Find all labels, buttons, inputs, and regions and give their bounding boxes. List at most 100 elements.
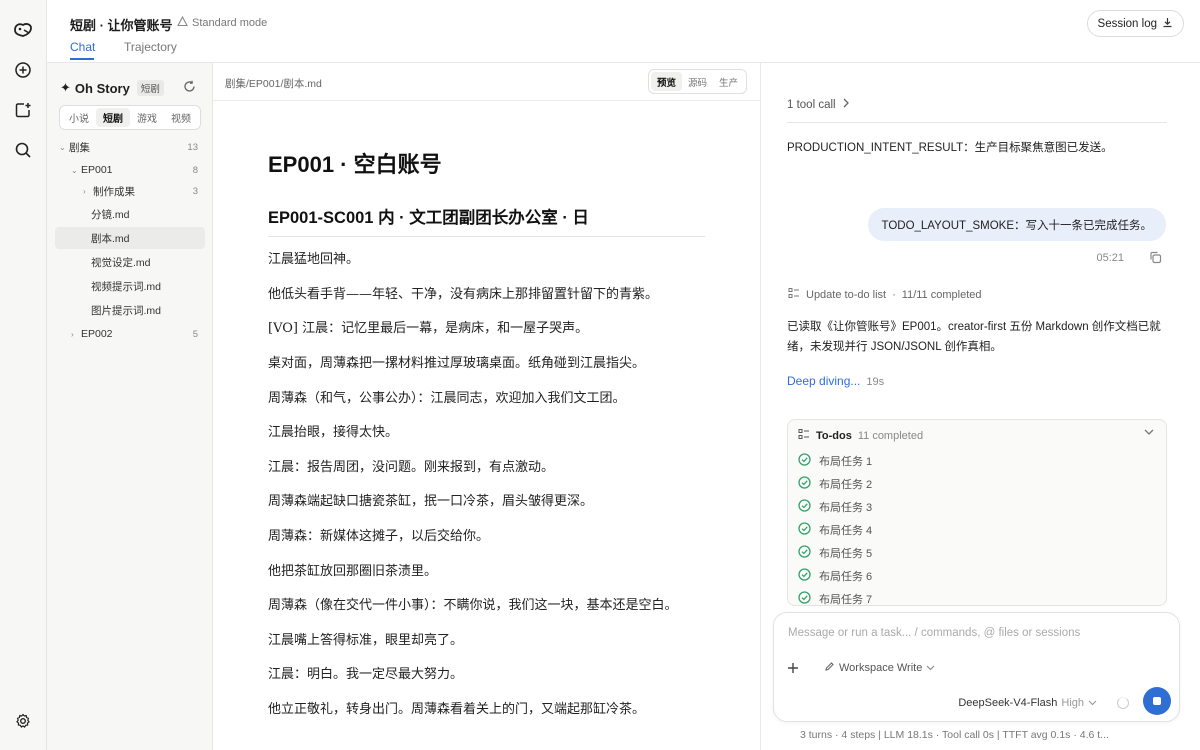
- copy-icon[interactable]: [1149, 251, 1162, 267]
- tree-count: 5: [192, 328, 198, 340]
- app-logo-icon[interactable]: [11, 18, 35, 42]
- active-tab-indicator: [70, 58, 94, 60]
- model-selector[interactable]: DeepSeek-V4-Flash High: [958, 697, 1097, 709]
- todo-label: 布局任务 4: [819, 525, 873, 537]
- workspace-permission-dropdown[interactable]: Workspace Write: [824, 661, 935, 675]
- script-line: 周薄森（和气，公事公办）：江晨同志，欢迎加入我们文工团。: [268, 391, 626, 406]
- view-source-button[interactable]: 源码: [682, 72, 713, 91]
- workspace-label: Workspace Write: [839, 662, 923, 674]
- download-icon: [1162, 17, 1173, 31]
- scene-heading: EP001-SC001 内 · 文工团副团长办公室 · 日: [268, 204, 705, 237]
- document-panel: 剧集/EP001/剧本.md 预览 源码 生产 EP001 · 空白账号 EP0…: [213, 63, 761, 750]
- message-input[interactable]: Message or run a task... / commands, @ f…: [788, 627, 1080, 639]
- script-line: 江晨嘴上答得标准，眼里却亮了。: [268, 633, 464, 648]
- tree-folder-episodes[interactable]: ⌄ 剧集 13: [55, 136, 205, 158]
- tree-folder-ep002[interactable]: › EP002 5: [55, 323, 205, 345]
- tree-folder-ep001[interactable]: ⌄ EP001 8: [55, 159, 205, 181]
- todo-label: 布局任务 2: [819, 479, 873, 491]
- user-message-bubble: TODO_LAYOUT_SMOKE：写入十一条已完成任务。: [867, 208, 1166, 241]
- left-rail: [0, 0, 47, 750]
- divider: [787, 122, 1167, 123]
- todo-update-count: 11/11 completed: [901, 288, 982, 301]
- todo-item: 布局任务 2: [798, 476, 872, 492]
- session-log-button[interactable]: Session log: [1086, 10, 1184, 37]
- view-preview-button[interactable]: 预览: [650, 72, 682, 91]
- segment-novel[interactable]: 小说: [62, 108, 96, 127]
- segment-video[interactable]: 视频: [164, 108, 198, 127]
- edit-shield-icon: [824, 661, 835, 675]
- todo-card-title: To-dos: [816, 429, 852, 442]
- brand-badge: 短剧: [136, 80, 164, 96]
- tree-count: 8: [192, 164, 198, 176]
- chevron-down-icon[interactable]: [1144, 428, 1154, 439]
- search-icon[interactable]: [11, 138, 35, 162]
- separator-dot: ·: [892, 288, 896, 301]
- refresh-icon[interactable]: [183, 80, 196, 96]
- segment-short-drama[interactable]: 短剧: [96, 108, 130, 127]
- todo-update-label: Update to-do list: [806, 288, 887, 301]
- chevron-right-icon: ›: [83, 186, 86, 196]
- add-project-icon[interactable]: [11, 98, 35, 122]
- tree-label: EP001: [81, 164, 113, 176]
- assistant-answer: 已读取《让你管账号》EP001。creator-first 五份 Markdow…: [787, 321, 1161, 353]
- model-level: High: [1061, 697, 1084, 709]
- script-line: 他把茶缸放回那圈旧茶渍里。: [268, 564, 438, 579]
- loading-spinner-icon: [1117, 697, 1129, 709]
- top-header: 短剧 · 让你管账号 Standard mode Chat Trajectory…: [47, 0, 1200, 63]
- tree-file-storyboard[interactable]: 分镜.md: [55, 203, 205, 225]
- tool-call-label: 1 tool call: [787, 98, 836, 111]
- check-circle-icon: [798, 522, 811, 538]
- tree-file-script[interactable]: 剧本.md: [55, 227, 205, 249]
- document-heading: EP001 · 空白账号: [268, 152, 442, 177]
- run-stats: 3 turns · 4 steps | LLM 18.1s · Tool cal…: [800, 729, 1109, 741]
- segment-game[interactable]: 游戏: [130, 108, 164, 127]
- script-line: 江晨：明白。我一定尽最大努力。: [268, 667, 464, 682]
- tree-folder-outputs[interactable]: › 制作成果 3: [55, 180, 205, 202]
- todo-label: 布局任务 1: [819, 456, 873, 468]
- chat-panel: 1 tool call PRODUCTION_INTENT_RESULT：生产目…: [761, 63, 1200, 750]
- new-chat-icon[interactable]: [11, 58, 35, 82]
- tree-file-image-prompts[interactable]: 图片提示词.md: [55, 299, 205, 321]
- settings-gear-icon[interactable]: [11, 709, 35, 733]
- script-line: 他低头看手背——年轻、干净，没有病床上那排留置针留下的青紫。: [268, 287, 659, 302]
- stop-button[interactable]: [1143, 687, 1171, 715]
- todo-card-header[interactable]: To-dos 11 completed: [798, 428, 923, 443]
- stop-icon: [1153, 697, 1161, 705]
- tab-trajectory[interactable]: Trajectory: [124, 40, 177, 54]
- tool-call-toggle[interactable]: 1 tool call: [787, 98, 850, 111]
- tree-label: 视频提示词.md: [91, 280, 162, 293]
- tree-label: 制作成果: [93, 185, 135, 198]
- tree-label: 剧集: [69, 141, 90, 154]
- file-sidebar: ✦ Oh Story 短剧 小说 短剧 游戏 视频 ⌄ 剧集 13 ⌄ EP00…: [47, 63, 213, 750]
- checklist-icon: [788, 287, 800, 302]
- todo-label: 布局任务 5: [819, 548, 873, 560]
- message-timestamp: 05:21: [1096, 252, 1124, 264]
- check-circle-icon: [798, 499, 811, 515]
- deep-diving-indicator[interactable]: Deep diving... 19s: [787, 374, 884, 388]
- tree-label: 分镜.md: [91, 208, 130, 221]
- tool-result-text: PRODUCTION_INTENT_RESULT：生产目标聚焦意图已发送。: [787, 142, 1113, 154]
- todo-update-status[interactable]: Update to-do list · 11/11 completed: [788, 287, 981, 302]
- session-log-label: Session log: [1097, 17, 1157, 30]
- project-title: 短剧 · 让你管账号: [70, 18, 173, 33]
- todo-label: 布局任务 3: [819, 502, 873, 514]
- todo-item: 布局任务 5: [798, 545, 872, 561]
- mode-indicator[interactable]: Standard mode: [177, 15, 267, 30]
- tab-chat[interactable]: Chat: [70, 40, 95, 54]
- script-line: 江晨抬眼，接得太快。: [268, 425, 399, 440]
- view-mode-control: 预览 源码 生产: [647, 69, 747, 94]
- chevron-right-icon: ›: [71, 329, 74, 339]
- tree-label: 图片提示词.md: [91, 304, 162, 317]
- check-circle-icon: [798, 591, 811, 605]
- check-circle-icon: [798, 453, 811, 469]
- tree-label: EP002: [81, 328, 113, 340]
- check-circle-icon: [798, 568, 811, 584]
- view-production-button[interactable]: 生产: [713, 72, 744, 91]
- tree-file-video-prompts[interactable]: 视频提示词.md: [55, 275, 205, 297]
- deep-diving-label: Deep diving...: [787, 374, 861, 388]
- add-attachment-button[interactable]: [781, 656, 805, 680]
- chevron-down-icon: ⌄: [59, 142, 66, 152]
- brand: ✦ Oh Story 短剧: [60, 80, 164, 96]
- todo-card: To-dos 11 completed 布局任务 1 布局任务 2 布局任务 3…: [787, 419, 1167, 606]
- tree-file-visual-settings[interactable]: 视觉设定.md: [55, 251, 205, 273]
